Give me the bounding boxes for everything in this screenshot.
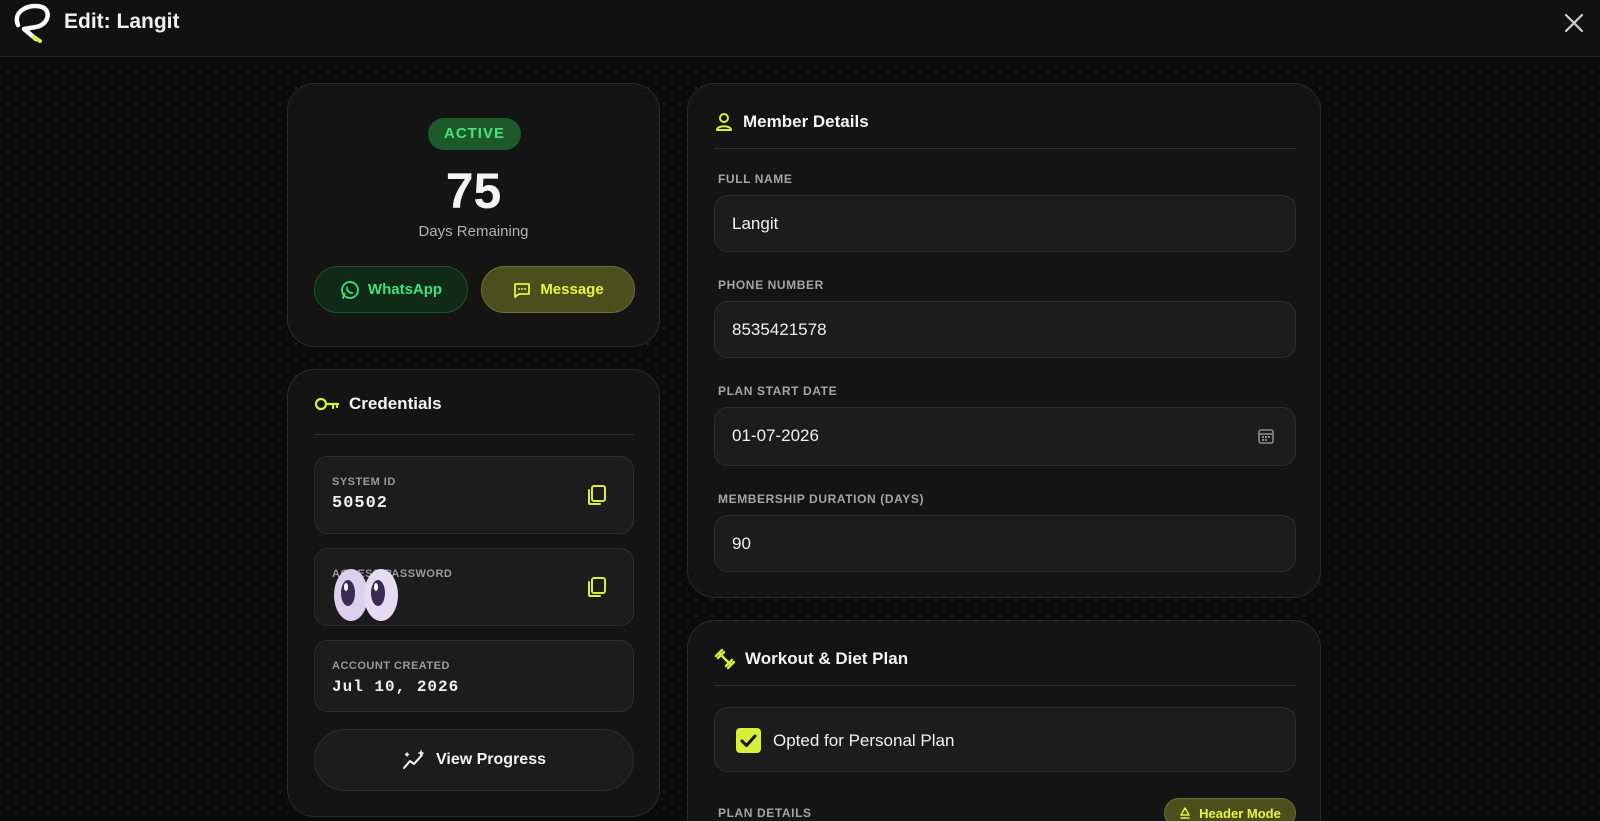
eyes-emoji-icon	[334, 569, 398, 621]
message-icon	[514, 282, 531, 298]
key-icon	[314, 397, 340, 411]
membership-duration-label: MEMBERSHIP DURATION (DAYS)	[718, 492, 925, 506]
message-label: Message	[540, 281, 604, 298]
whatsapp-icon	[341, 280, 359, 299]
header-mode-icon	[1180, 807, 1190, 819]
member-details-header: Member Details	[714, 112, 869, 132]
plan-start-date-label: PLAN START DATE	[718, 384, 838, 398]
credentials-title: Credentials	[349, 394, 442, 413]
page-title: Edit: Langit	[64, 10, 180, 33]
member-details-card: Member Details FULL NAME Langit PHONE NU…	[687, 83, 1321, 598]
divider	[314, 434, 634, 435]
phone-number-input[interactable]: 8535421578	[714, 301, 1296, 358]
view-progress-label: View Progress	[436, 751, 546, 768]
credentials-card: Credentials SYSTEM ID 50502 ACCESS PASSW…	[287, 369, 660, 817]
workout-diet-header: Workout & Diet Plan	[714, 648, 908, 670]
plan-start-date-value: 01-07-2026	[732, 426, 819, 445]
brand-logo-icon	[14, 3, 50, 43]
workout-diet-title: Workout & Diet Plan	[745, 649, 909, 668]
personal-plan-checkbox[interactable]	[736, 728, 761, 753]
full-name-input[interactable]: Langit	[714, 195, 1296, 252]
membership-duration-input[interactable]: 90	[714, 515, 1296, 572]
full-name-label: FULL NAME	[718, 172, 793, 186]
personal-plan-label: Opted for Personal Plan	[773, 731, 955, 750]
personal-plan-checkbox-row[interactable]: Opted for Personal Plan	[714, 707, 1296, 772]
whatsapp-label: WhatsApp	[367, 281, 443, 298]
user-icon	[716, 113, 732, 131]
whatsapp-button[interactable]: WhatsApp	[314, 266, 468, 313]
calendar-icon[interactable]	[1257, 427, 1275, 445]
system-id-value: 50502	[332, 494, 389, 513]
account-created-label: ACCOUNT CREATED	[332, 660, 450, 672]
status-card: ACTIVE 75 Days Remaining WhatsApp Messag…	[287, 83, 660, 347]
days-remaining-count: 75	[445, 163, 502, 219]
member-details-title: Member Details	[743, 112, 869, 131]
checkmark-icon	[740, 734, 757, 747]
days-remaining-label: Days Remaining	[418, 223, 529, 240]
top-bar: Edit: Langit	[0, 0, 1600, 57]
header-mode-label: Header Mode	[1199, 805, 1281, 821]
phone-number-label: PHONE NUMBER	[718, 278, 824, 292]
plan-details-label: PLAN DETAILS	[718, 806, 812, 820]
system-id-label: SYSTEM ID	[332, 476, 396, 488]
copy-icon[interactable]	[585, 575, 609, 599]
password-box: ACCESS PASSWORD	[314, 548, 634, 626]
account-created-box: ACCOUNT CREATED Jul 10, 2026	[314, 640, 634, 712]
copy-icon[interactable]	[585, 483, 609, 507]
plan-start-date-input[interactable]: 01-07-2026	[714, 407, 1296, 466]
message-button[interactable]: Message	[481, 266, 635, 313]
divider	[714, 148, 1296, 149]
divider	[714, 685, 1296, 686]
close-icon[interactable]	[1563, 12, 1585, 34]
workout-diet-card: Workout & Diet Plan Opted for Personal P…	[687, 620, 1321, 821]
system-id-box: SYSTEM ID 50502	[314, 456, 634, 534]
account-created-value: Jul 10, 2026	[332, 678, 460, 696]
header-mode-button[interactable]: Header Mode	[1164, 798, 1296, 821]
view-progress-button[interactable]: View Progress	[314, 729, 634, 791]
progress-sparkle-icon	[403, 750, 424, 769]
status-badge: ACTIVE	[428, 118, 521, 150]
dumbbell-icon	[714, 648, 736, 670]
credentials-header: Credentials	[314, 394, 442, 414]
